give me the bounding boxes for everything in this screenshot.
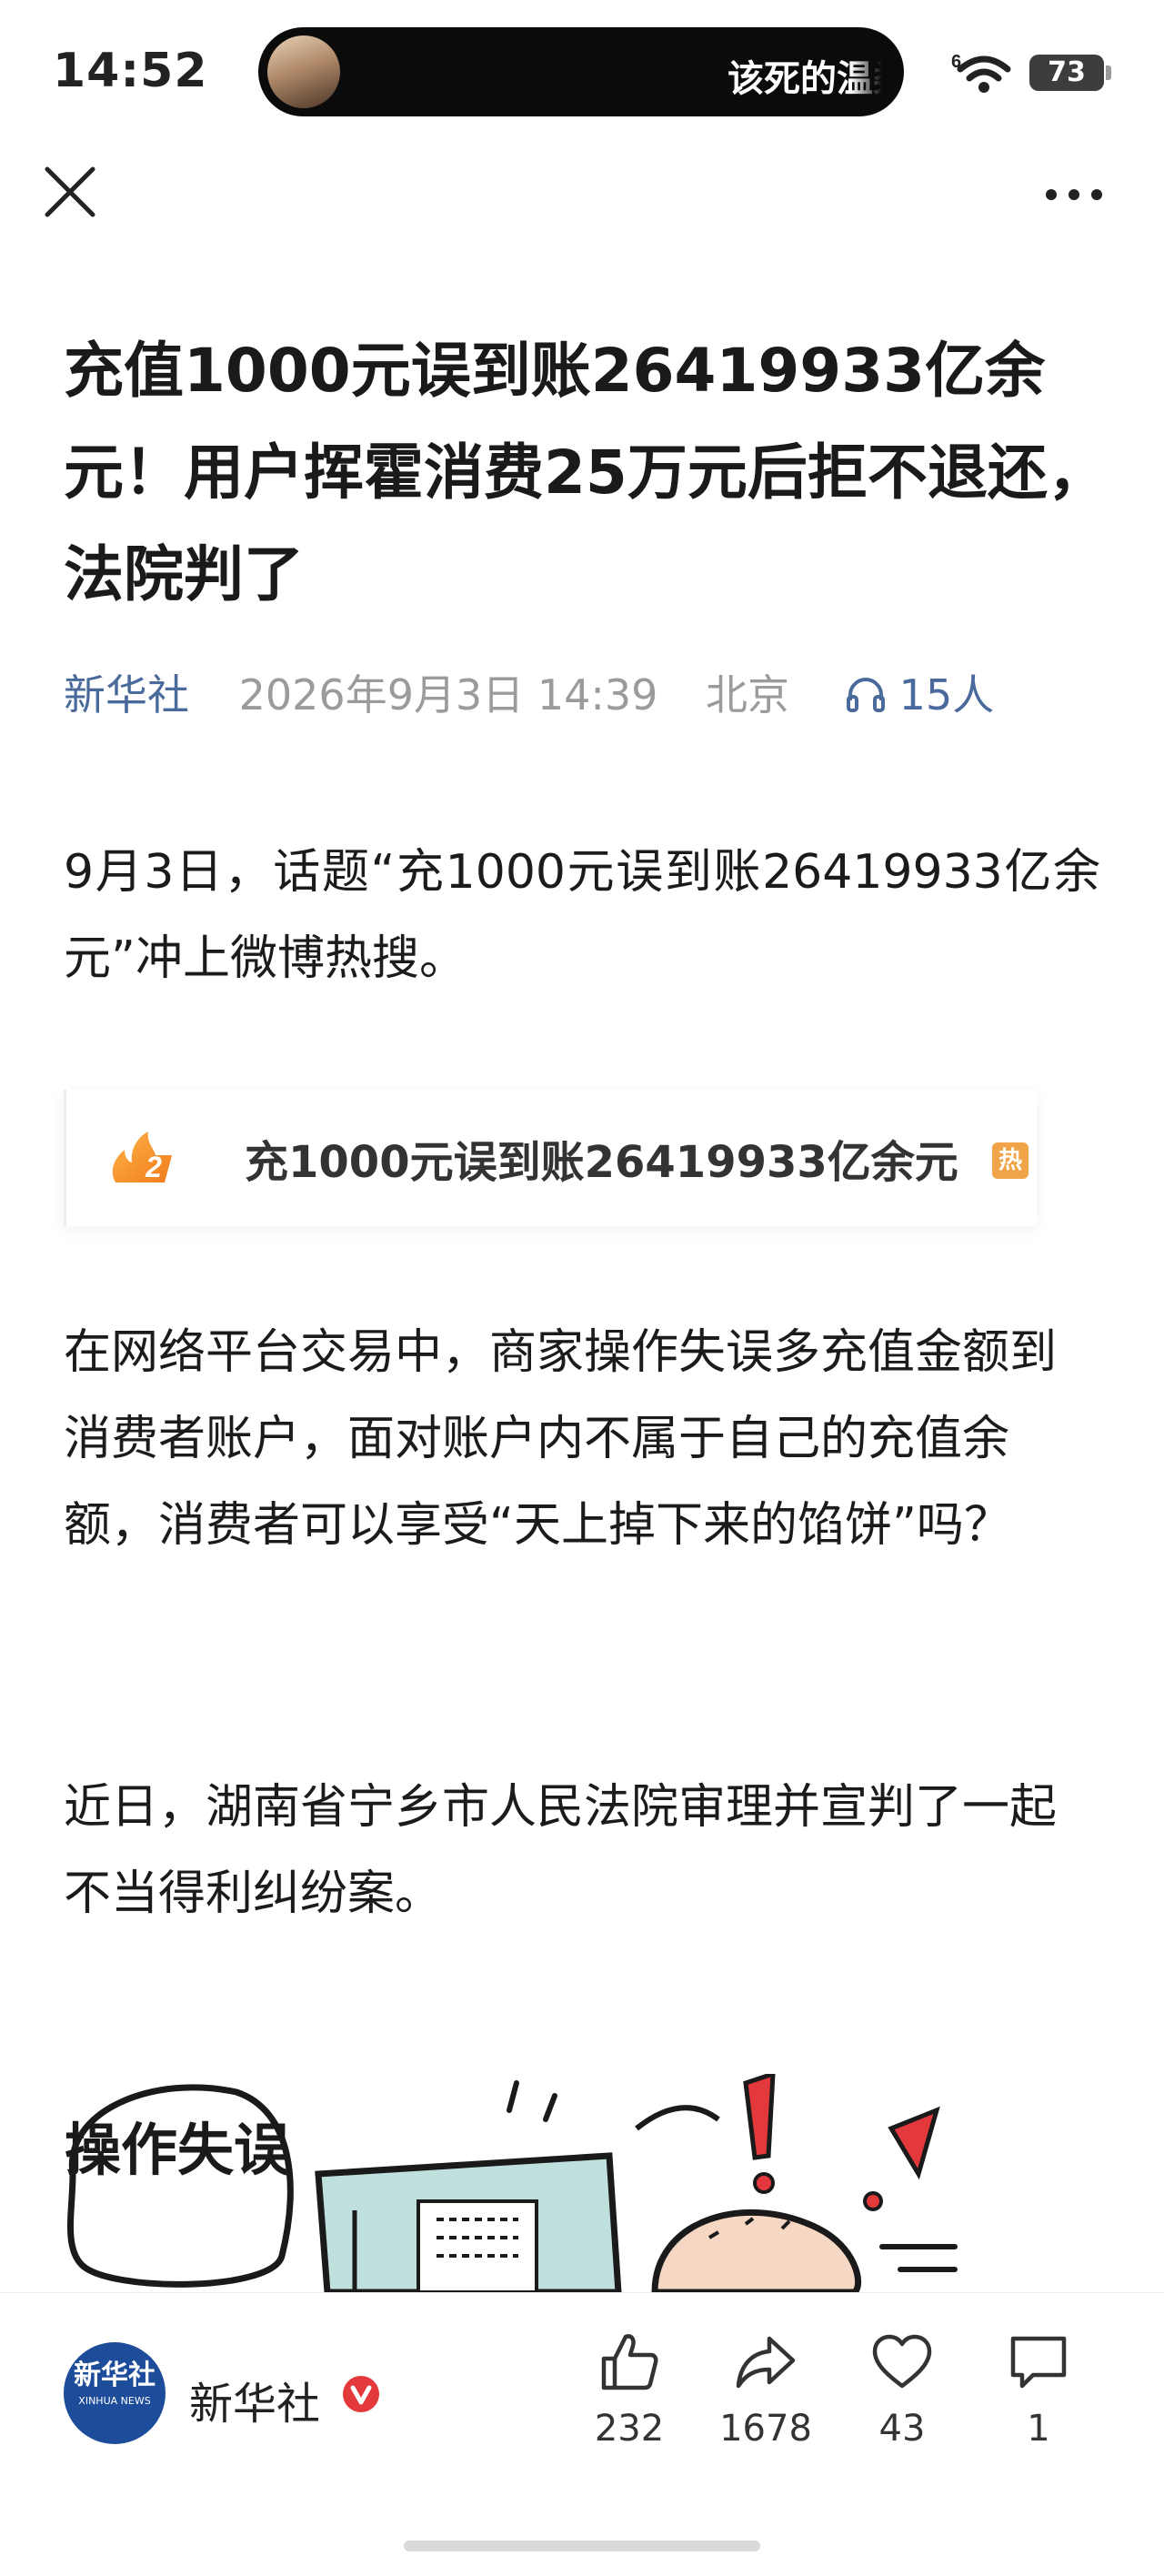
close-icon	[45, 166, 95, 217]
author-name[interactable]: 新华社	[189, 2368, 320, 2431]
comment-count: 1	[1027, 2408, 1050, 2450]
favorite-button[interactable]: 43	[838, 2329, 966, 2475]
favorite-count: 43	[878, 2408, 926, 2450]
share-icon	[736, 2336, 796, 2389]
thumbs-up-icon	[601, 2334, 658, 2390]
close-button[interactable]	[42, 164, 98, 220]
more-icon	[1046, 189, 1102, 200]
like-button[interactable]: 232	[566, 2329, 693, 2475]
author-avatar[interactable]: 新华社 XINHUA NEWS	[64, 2342, 166, 2444]
bottom-action-bar: 新华社 XINHUA NEWS 新华社 232 1678 43 1	[0, 2292, 1164, 2576]
headphones-icon	[846, 678, 885, 712]
article-meta: 新华社 2026年9月3日 14:39 北京 15人	[64, 666, 1109, 724]
comment-icon	[1010, 2336, 1067, 2389]
article-paragraph: 9月3日，话题“充1000元误到账26419933亿余元”冲上微博热搜。	[64, 845, 1100, 986]
wifi-icon: 6	[951, 52, 1011, 93]
music-artist-avatar	[267, 35, 340, 108]
cartoon-image: 操作失误	[65, 2074, 958, 2292]
listen-button[interactable]: 15人	[845, 666, 995, 724]
like-count: 232	[594, 2408, 665, 2450]
hot-rank-number: 2	[145, 1151, 162, 1183]
author-avatar-subtitle: XINHUA NEWS	[78, 2395, 151, 2407]
article-source[interactable]: 新华社	[64, 666, 189, 724]
status-time: 14:52	[53, 44, 208, 98]
listener-count: 15人	[898, 670, 995, 719]
dynamic-island-music[interactable]: 该死的温柔	[258, 27, 904, 116]
comment-button[interactable]: 1	[975, 2329, 1102, 2475]
hot-search-title: 充1000元误到账26419933亿余元	[245, 1137, 958, 1188]
more-options-button[interactable]	[1042, 178, 1106, 211]
battery-cap	[1106, 65, 1111, 80]
article-paragraph: 近日，湖南省宁乡市人民法院审理并宣判了一起不当得利纠纷案。	[64, 1780, 1058, 1921]
article-title: 充值1000元误到账26419933亿余元！用户挥霍消费25万元后拒不退还，法院…	[64, 336, 1108, 609]
hot-rank-icon: 2	[112, 1132, 172, 1183]
author-avatar-logo: 新华社	[74, 2360, 156, 2391]
article-illustration: 操作失误	[55, 2074, 1109, 2292]
illustration-text: 操作失误	[65, 2117, 290, 2183]
article-paragraph: 在网络平台交易中，商家操作失误多充值金额到消费者账户，面对账户内不属于自己的充值…	[64, 1325, 1058, 1553]
share-count: 1678	[719, 2408, 812, 2450]
article-location: 北京	[706, 670, 790, 719]
battery-icon: 73	[1029, 55, 1104, 91]
battery-level: 73	[1048, 56, 1086, 88]
hot-search-card[interactable]: 2 充1000元误到账26419933亿余元 热	[64, 1090, 1037, 1226]
status-bar: 14:52 该死的温柔 6 73	[0, 0, 1164, 136]
hot-badge: 热	[992, 1142, 1029, 1179]
share-button[interactable]: 1678	[702, 2329, 829, 2475]
verified-icon	[343, 2376, 379, 2412]
article-datetime: 2026年9月3日 14:39	[238, 670, 658, 719]
heart-icon	[872, 2334, 932, 2389]
music-title: 该死的温柔	[728, 58, 882, 100]
home-indicator[interactable]	[404, 2541, 760, 2551]
